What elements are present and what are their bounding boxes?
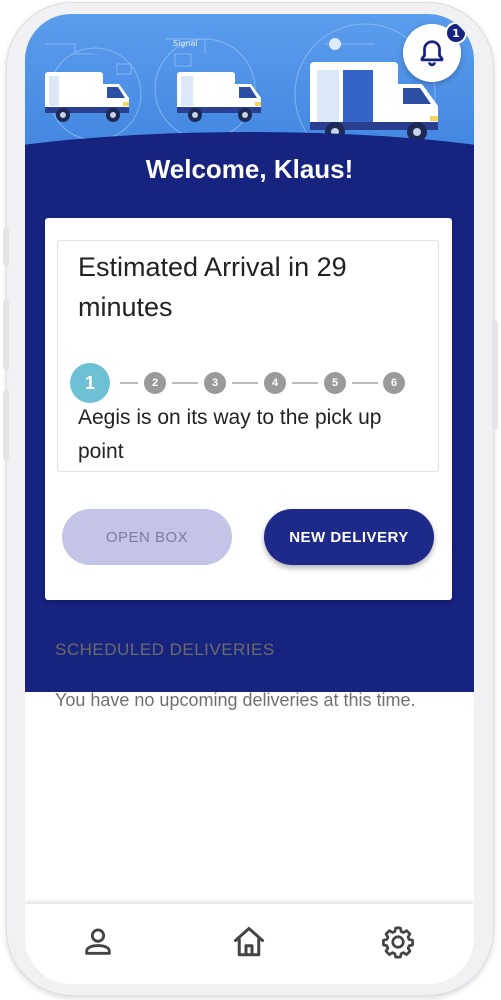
nav-home[interactable] — [229, 922, 269, 962]
scheduled-deliveries-heading: SCHEDULED DELIVERIES — [55, 640, 275, 659]
step-2: 2 — [144, 372, 166, 394]
step-1: 1 — [70, 363, 110, 403]
new-delivery-button[interactable]: NEW DELIVERY — [264, 509, 434, 565]
step-connector — [292, 382, 318, 384]
step-connector — [352, 382, 378, 384]
eta-card: Estimated Arrival in 29 minutes 1 2 3 4 … — [57, 240, 439, 472]
step-6: 6 — [383, 372, 405, 394]
delivery-status-card: Estimated Arrival in 29 minutes 1 2 3 4 … — [45, 218, 452, 600]
person-icon — [85, 928, 111, 955]
gear-icon — [382, 926, 414, 959]
side-button — [3, 300, 9, 370]
home-icon — [234, 927, 264, 957]
nav-settings[interactable] — [378, 922, 418, 962]
welcome-heading: Welcome, Klaus! — [145, 154, 354, 184]
app-screen: Signal Welcome, Klaus! 1 Estimated Arriv… — [25, 14, 474, 984]
open-box-button[interactable]: OPEN BOX — [62, 509, 232, 565]
eta-text: Estimated Arrival in 29 minutes — [78, 252, 347, 322]
step-3: 3 — [204, 372, 226, 394]
step-connector — [120, 382, 138, 384]
notification-badge: 1 — [445, 22, 467, 44]
side-button — [3, 390, 9, 460]
step-4: 4 — [264, 372, 286, 394]
side-button — [492, 320, 498, 430]
truck-2-icon — [177, 72, 261, 122]
step-connector — [232, 382, 258, 384]
step-connector — [172, 382, 198, 384]
bottom-navigation — [25, 904, 474, 984]
bell-icon — [420, 40, 444, 67]
delivery-status-text: Aegis is on its way to the pick up point — [78, 406, 382, 463]
notifications-button[interactable]: 1 — [403, 22, 467, 82]
step-5: 5 — [324, 372, 346, 394]
side-button — [3, 228, 9, 266]
header-art-label: Signal — [173, 39, 198, 48]
progress-stepper: 1 2 3 4 5 6 — [70, 363, 430, 403]
nav-profile[interactable] — [78, 922, 118, 962]
scheduled-empty-message: You have no upcoming deliveries at this … — [55, 690, 416, 710]
truck-1-icon — [45, 72, 129, 122]
